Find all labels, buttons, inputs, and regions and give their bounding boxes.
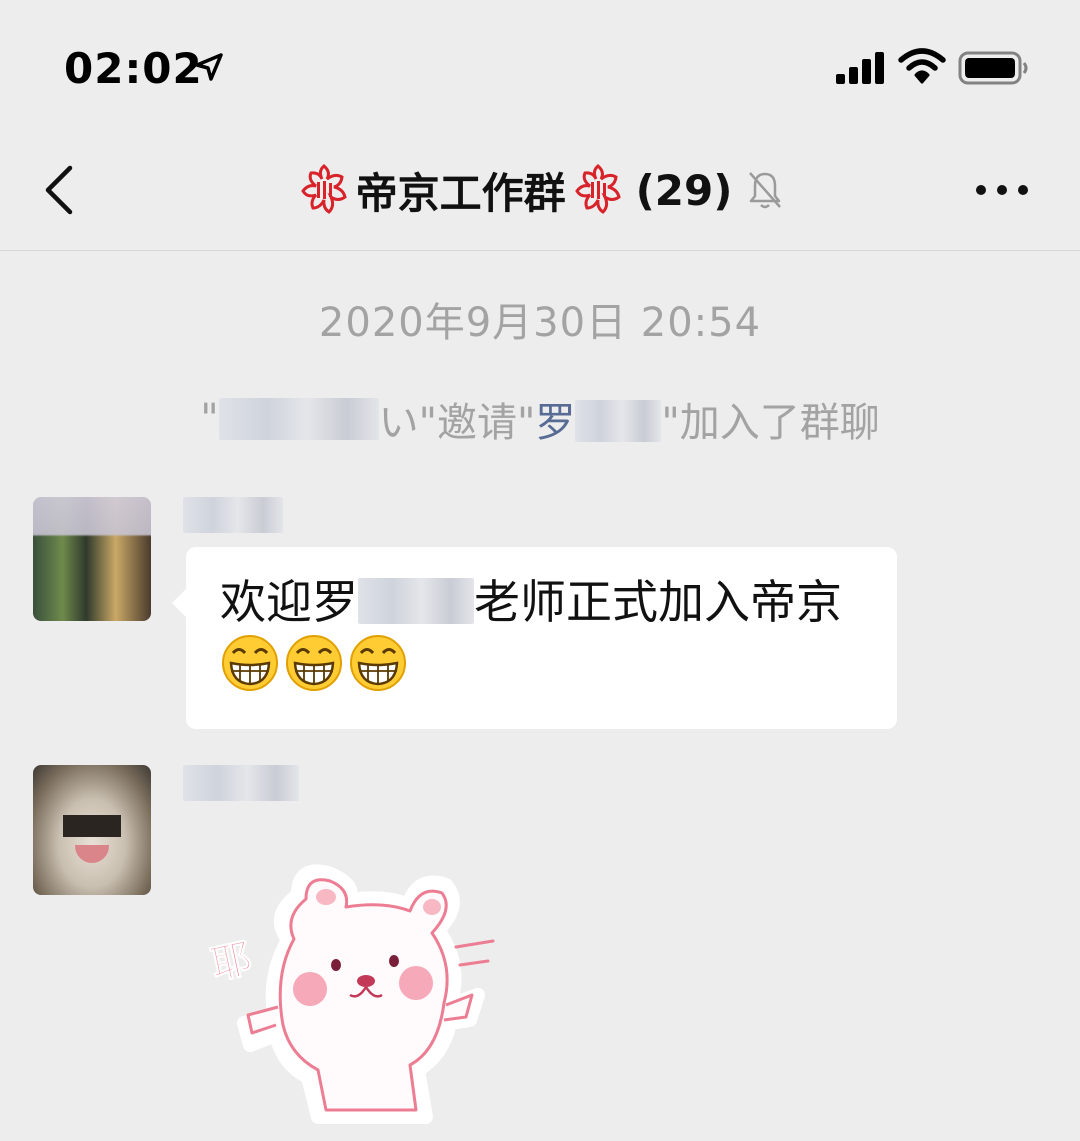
chat-title-text: 帝京工作群 [355,168,566,218]
avatar-mosaic-eyes [63,815,121,837]
blurred-sender-name [183,497,283,533]
invitee-name-link[interactable]: 罗 [535,390,662,448]
message-bubble[interactable]: 欢迎罗 老师正式加入帝京 [172,547,897,729]
system-message: " い "邀请" 罗 "加入了群聊 [0,390,1080,448]
bear-sticker[interactable]: 耶 [188,855,508,1125]
muted-bell-icon [749,172,782,209]
blurred-invitee-name [575,400,662,442]
blurred-inviter-name [218,398,379,440]
blurred-sender-name [183,765,299,801]
system-message-joined: "加入了群聊 [661,400,880,446]
sticker-text: 耶 [207,935,256,988]
system-message-invited: "邀请" [418,400,536,446]
battery-icon [958,51,1028,85]
grin-emoji-icon [350,635,406,691]
cellular-signal-icon [836,52,884,84]
location-arrow-icon [195,53,223,81]
grin-emoji-icon [222,635,278,691]
avatar[interactable] [33,765,151,895]
message-text-after: 老师正式加入帝京 [474,575,842,629]
chat-title[interactable]: 帝京工作群 (29) [0,160,1080,220]
status-time: 02:02 [64,44,203,93]
wifi-icon [898,48,946,84]
more-options-icon[interactable] [972,172,1032,208]
system-message-quote: " [200,396,219,442]
message-timestamp: 2020年9月30日 20:54 [318,300,762,346]
avatar-mouth [75,845,109,863]
avatar[interactable] [33,497,151,621]
grin-emoji-icon [286,635,342,691]
blurred-name-in-message [358,578,474,624]
message-text-before: 欢迎罗 [220,575,358,629]
inviter-name-suffix: い [378,400,419,446]
chat-header: 帝京工作群 (29) [0,130,1080,251]
sakura-seal-icon [574,164,621,214]
member-count: (29) [635,165,733,215]
invitee-surname: 罗 [535,400,576,446]
sakura-seal-icon [300,164,347,214]
status-bar: 02:02 [0,0,1080,130]
